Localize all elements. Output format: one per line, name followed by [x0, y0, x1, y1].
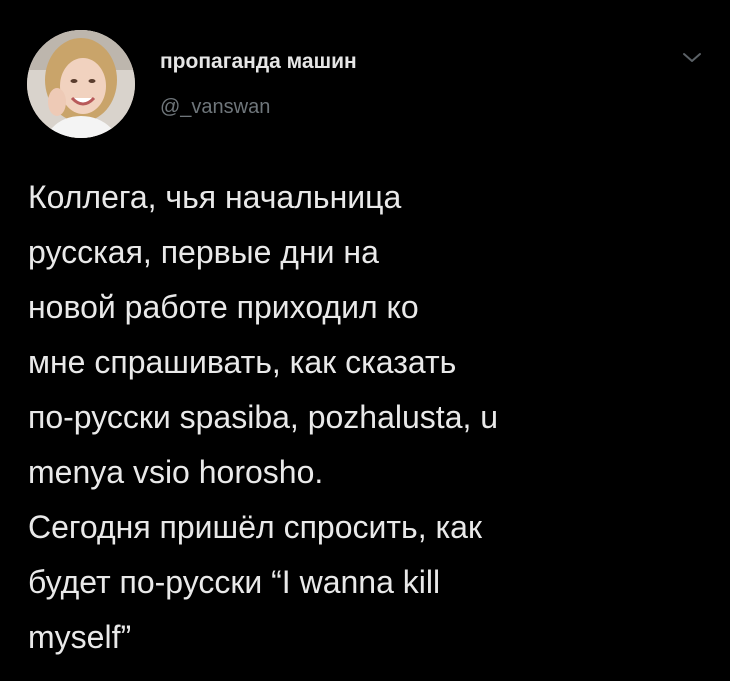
author-display-name[interactable]: пропаганда машин [160, 51, 357, 72]
author-handle[interactable]: @_vanswan [160, 97, 270, 117]
tweet-text-line: myself” [28, 619, 132, 655]
tweet-text: Коллега, чья начальница русская, первые … [28, 170, 708, 665]
tweet-text-line: русская, первые дни на [28, 234, 379, 270]
tweet-text-line: Коллега, чья начальница [28, 179, 402, 215]
chevron-down-icon [683, 53, 701, 62]
tweet-text-line: новой работе приходил ко [28, 289, 419, 325]
tweet-menu-button[interactable] [680, 50, 704, 66]
tweet-card: пропаганда машин @_vanswan Коллега, чья … [0, 0, 730, 681]
avatar[interactable] [27, 30, 135, 138]
tweet-text-line: по-русски spasiba, pozhalusta, u [28, 399, 499, 435]
tweet-text-line: Сегодня пришёл спросить, как [28, 509, 482, 545]
tweet-text-line: menya vsio horosho. [28, 454, 324, 490]
tweet-text-line: будет по-русски “I wanna kill [28, 564, 441, 600]
tweet-text-line: мне спрашивать, как сказать [28, 344, 457, 380]
avatar-photo-icon [27, 30, 135, 138]
